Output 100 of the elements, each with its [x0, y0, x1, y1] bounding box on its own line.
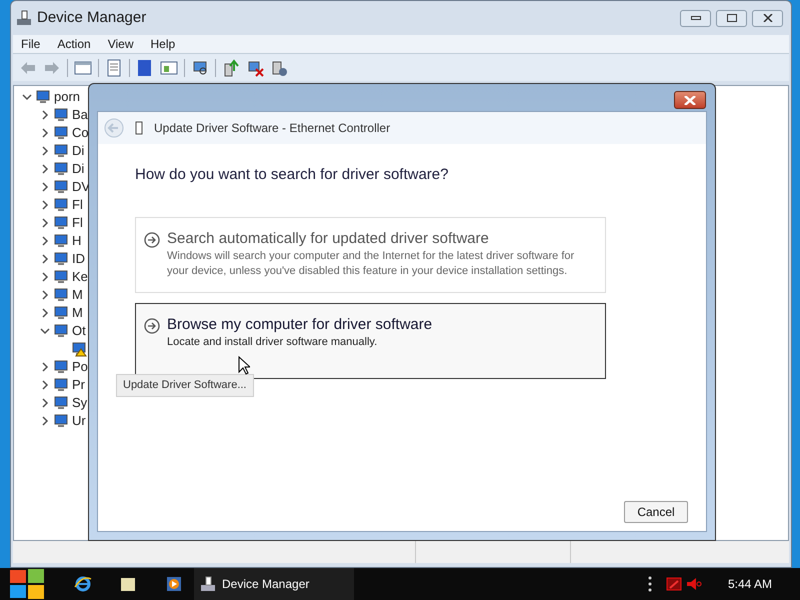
- taskbar-button[interactable]: Device Manager: [194, 568, 354, 600]
- device-icon: [53, 251, 69, 267]
- network-adapter-icon: [134, 121, 144, 135]
- tree-item[interactable]: ID: [72, 249, 85, 269]
- media-player-icon[interactable]: [166, 576, 182, 592]
- option-description: Locate and install driver software manually.: [167, 334, 378, 350]
- device-icon: [53, 287, 69, 303]
- device-icon: [53, 179, 69, 195]
- tree-item[interactable]: Di: [72, 159, 84, 179]
- dialog-heading: How do you want to search for driver software?: [135, 165, 450, 185]
- option-card[interactable]: Browse my computer for driver software Locate and install driver software manually.: [135, 302, 606, 378]
- expand-icon[interactable]: [40, 200, 50, 210]
- expand-icon[interactable]: [40, 416, 50, 426]
- properties-icon[interactable]: [105, 58, 123, 76]
- minimize-button[interactable]: [680, 10, 711, 26]
- tree-item[interactable]: Fl: [72, 213, 83, 233]
- console-tree-icon[interactable]: [74, 58, 92, 76]
- device-icon: [53, 107, 69, 123]
- expand-icon[interactable]: [40, 128, 50, 138]
- arrow-circle-icon: [144, 318, 160, 334]
- menu-item[interactable]: View: [102, 35, 140, 53]
- device-icon: [53, 377, 69, 393]
- action-pane-icon[interactable]: [160, 58, 178, 76]
- expand-icon[interactable]: [40, 272, 50, 282]
- maximize-icon: [726, 14, 736, 22]
- tree-item[interactable]: Ke: [72, 267, 88, 287]
- menu-item[interactable]: File: [15, 35, 46, 53]
- mouse-cursor-icon: [238, 356, 250, 375]
- computer-icon: [16, 10, 32, 26]
- expand-icon[interactable]: [40, 182, 50, 192]
- browser-icon[interactable]: [74, 575, 92, 593]
- option-title: Browse my computer for driver software: [167, 316, 432, 334]
- close-button[interactable]: [674, 91, 706, 109]
- device-icon: [53, 323, 69, 339]
- expand-icon[interactable]: [40, 398, 50, 408]
- expand-icon[interactable]: [40, 290, 50, 300]
- tree-item[interactable]: Di: [72, 141, 84, 161]
- arrow-circle-icon: [144, 232, 160, 248]
- device-icon: [53, 161, 69, 177]
- device-icon: [53, 215, 69, 231]
- tree-item[interactable]: Ur: [72, 411, 86, 431]
- device-icon: [53, 197, 69, 213]
- tree-item[interactable]: Pr: [72, 375, 85, 395]
- scan-hardware-icon[interactable]: [191, 58, 209, 76]
- tree-item[interactable]: porn: [54, 87, 80, 107]
- expand-icon[interactable]: [40, 308, 50, 318]
- speaker-icon[interactable]: [686, 576, 702, 592]
- expand-icon[interactable]: [40, 362, 50, 372]
- tree-item[interactable]: M: [72, 303, 83, 323]
- expand-icon[interactable]: [40, 146, 50, 156]
- window-title: Device Manager: [37, 8, 146, 28]
- tree-item[interactable]: Po: [72, 357, 88, 377]
- tree-item[interactable]: Fl: [72, 195, 83, 215]
- device-icon: [53, 395, 69, 411]
- collapse-icon[interactable]: [40, 326, 50, 336]
- device-icon: [53, 359, 69, 375]
- expand-icon[interactable]: [40, 110, 50, 120]
- device-icon: [53, 305, 69, 321]
- tree-item[interactable]: M: [72, 285, 83, 305]
- option-description: Windows will search your computer and the Internet for the latest driver software for your device, unless you've disabled this feature in your device installation settings.: [167, 248, 576, 278]
- device-icon: [35, 89, 51, 105]
- close-icon: [684, 96, 696, 104]
- overflow-dots-icon[interactable]: [648, 576, 652, 592]
- expand-icon[interactable]: [40, 380, 50, 390]
- tree-item[interactable]: Ot: [72, 321, 86, 341]
- device-icon: [53, 143, 69, 159]
- expand-icon[interactable]: [40, 164, 50, 174]
- clock[interactable]: 5:44 AM: [728, 575, 772, 593]
- device-icon: [53, 233, 69, 249]
- option-title: Search automatically for updated driver software: [167, 230, 490, 248]
- device-icon: [53, 125, 69, 141]
- option-card[interactable]: [135, 216, 606, 292]
- maximize-button[interactable]: [716, 10, 747, 26]
- expand-icon[interactable]: [40, 218, 50, 228]
- tree-item[interactable]: Ba: [72, 105, 88, 125]
- close-icon: [762, 14, 772, 22]
- device-icon: [53, 269, 69, 285]
- menu-item[interactable]: Help: [144, 35, 182, 53]
- disable-device-icon[interactable]: [270, 58, 288, 76]
- computer-icon: [200, 576, 216, 592]
- warning-device-icon: [71, 341, 87, 357]
- dialog-title: Update Driver Software - Ethernet Controller: [154, 120, 390, 137]
- device-icon: [53, 413, 69, 429]
- update-driver-icon[interactable]: [222, 58, 240, 76]
- start-logo-icon[interactable]: [10, 569, 44, 599]
- cancel-button[interactable]: Cancel: [624, 501, 688, 523]
- expand-icon[interactable]: [40, 254, 50, 264]
- expand-icon[interactable]: [40, 236, 50, 246]
- folder-icon[interactable]: [120, 576, 136, 592]
- tree-item[interactable]: H: [72, 231, 82, 251]
- tooltip: Update Driver Software...: [116, 374, 254, 396]
- network-icon[interactable]: [666, 576, 682, 592]
- collapse-icon[interactable]: [22, 92, 32, 102]
- close-button[interactable]: [752, 10, 783, 26]
- minimize-icon: [690, 16, 700, 20]
- help-icon[interactable]: [136, 58, 154, 76]
- tree-item[interactable]: Sy: [72, 393, 88, 413]
- menu-item[interactable]: Action: [51, 35, 97, 53]
- tree-item[interactable]: Co: [72, 123, 89, 143]
- uninstall-icon[interactable]: [246, 58, 264, 76]
